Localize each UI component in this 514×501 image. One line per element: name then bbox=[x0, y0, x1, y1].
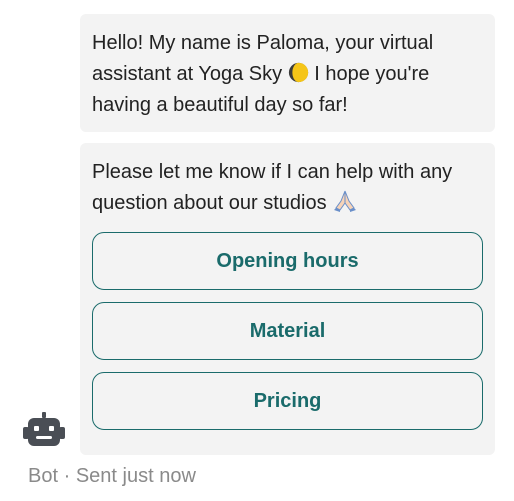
message-text: Hello! My name is Paloma, your virtual a… bbox=[92, 28, 483, 121]
quick-reply-material-button[interactable]: Material bbox=[92, 302, 483, 360]
message-text-part: Please let me know if I can help with an… bbox=[92, 161, 453, 214]
sender-name: Bot bbox=[28, 465, 59, 487]
message-meta: Bot · Sent just now bbox=[28, 465, 196, 488]
meta-separator: · bbox=[63, 465, 71, 487]
message-text: Please let me know if I can help with an… bbox=[92, 157, 483, 219]
folded-hands-icon bbox=[334, 190, 357, 212]
message-bubble: Hello! My name is Paloma, your virtual a… bbox=[80, 14, 495, 132]
robot-icon bbox=[23, 412, 65, 446]
quick-reply-pricing-button[interactable]: Pricing bbox=[92, 372, 483, 430]
quick-reply-opening-hours-button[interactable]: Opening hours bbox=[92, 232, 483, 290]
sent-status: Sent just now bbox=[75, 465, 196, 487]
first-quarter-moon-icon bbox=[288, 62, 308, 83]
message-bubble: Please let me know if I can help with an… bbox=[80, 143, 495, 455]
